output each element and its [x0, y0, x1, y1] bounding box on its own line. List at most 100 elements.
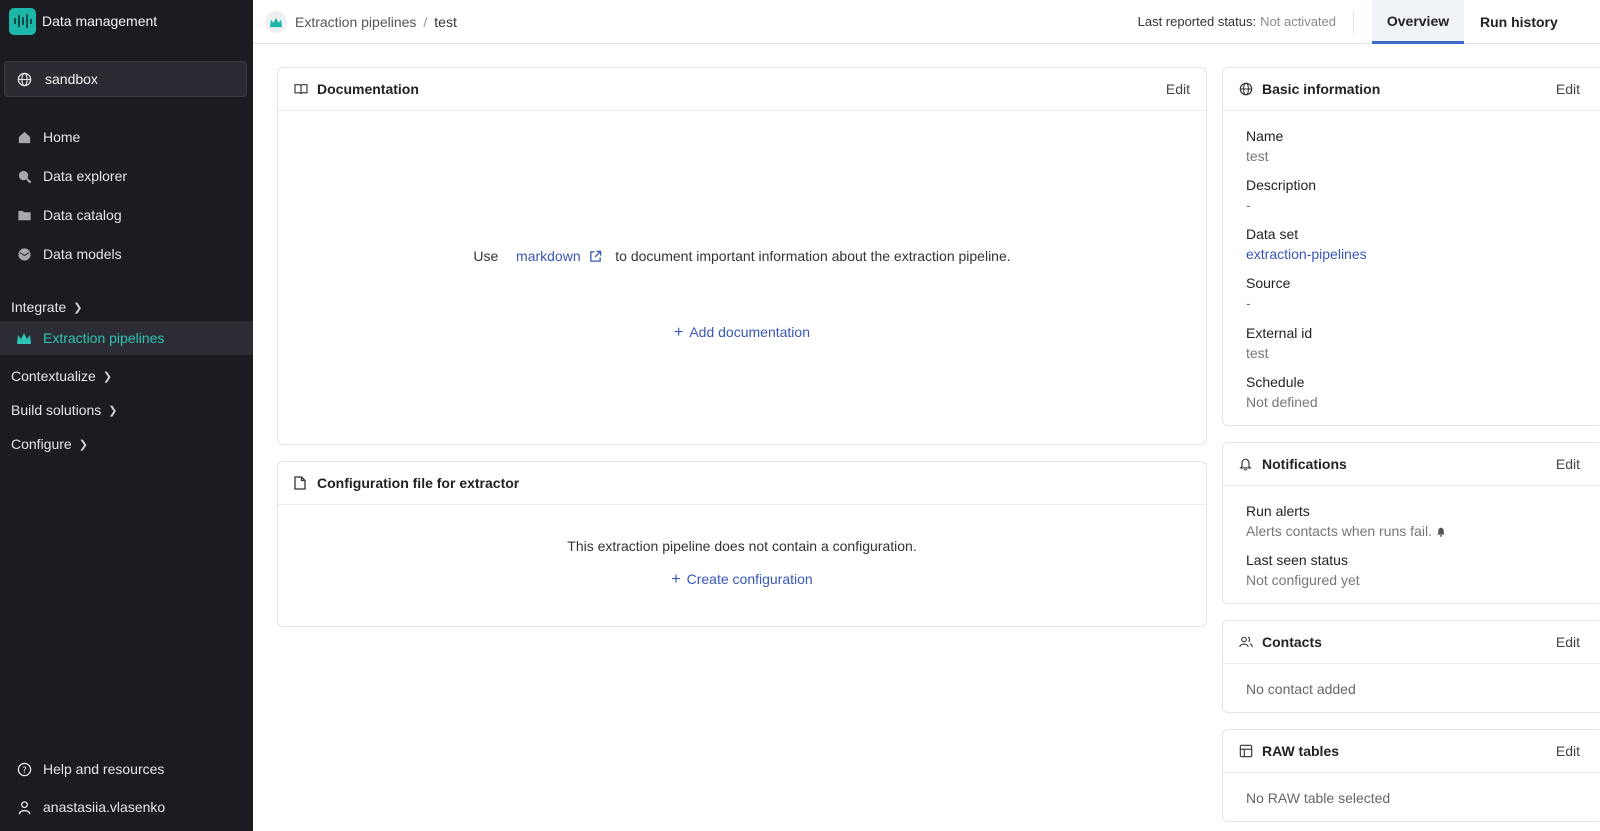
nav-user-label: anastasiia.vlasenko [43, 799, 166, 815]
doc-hint-after: to document important information about … [615, 248, 1011, 264]
create-configuration-label: Create configuration [686, 571, 813, 587]
last-reported-status: Last reported status: Not activated [1138, 14, 1336, 29]
contacts-edit-button[interactable]: Edit [1556, 634, 1580, 650]
project-name: sandbox [45, 71, 98, 87]
nav-home-label: Home [43, 129, 81, 145]
table-icon [1239, 744, 1253, 758]
contacts-card: Contacts Edit No contact added [1222, 620, 1600, 713]
notifications-edit-button[interactable]: Edit [1556, 456, 1580, 472]
basic-information-title: Basic information [1262, 81, 1381, 97]
data-set-link[interactable]: extraction-pipelines [1246, 246, 1367, 262]
field-external-id: External id test [1246, 325, 1312, 361]
markdown-link[interactable]: markdown [516, 248, 581, 264]
chevron-right-icon: ❯ [108, 404, 118, 417]
nav-home[interactable]: Home [0, 120, 253, 154]
documentation-edit-button[interactable]: Edit [1166, 81, 1190, 97]
search-icon [16, 168, 32, 184]
documentation-hint: Use markdown to document important infor… [278, 248, 1206, 266]
plus-icon: + [674, 324, 684, 341]
create-configuration-button[interactable]: + Create configuration [278, 571, 1206, 589]
users-icon [1239, 635, 1253, 649]
add-documentation-button[interactable]: + Add documentation [278, 324, 1206, 342]
nav-data-models-label: Data models [43, 246, 122, 262]
field-name-label: Name [1246, 128, 1284, 144]
app-title: Data management [42, 13, 158, 29]
chevron-right-icon: ❯ [73, 301, 83, 314]
home-icon [16, 129, 32, 145]
field-external-id-label: External id [1246, 325, 1313, 341]
folder-icon [16, 207, 32, 223]
nav-group-configure[interactable]: Configure ❯ [11, 436, 88, 452]
project-selector[interactable]: sandbox [4, 61, 247, 97]
nav-data-catalog[interactable]: Data catalog [0, 198, 253, 232]
nav-data-explorer[interactable]: Data explorer [0, 159, 253, 193]
pipeline-icon [16, 330, 32, 346]
field-name-value: test [1246, 148, 1269, 164]
field-schedule-label: Schedule [1246, 374, 1305, 390]
svg-text:?: ? [22, 764, 26, 774]
sidebar: Data management sandbox Home Data explor… [0, 0, 253, 831]
nav-group-integrate-label: Integrate [11, 299, 67, 315]
nav-data-catalog-label: Data catalog [43, 207, 122, 223]
nav-help[interactable]: ? Help and resources [0, 752, 253, 786]
help-icon: ? [16, 761, 32, 777]
field-data-set: Data set extraction-pipelines [1246, 226, 1367, 262]
nav-group-build-label: Build solutions [11, 402, 102, 418]
field-last-seen-status: Last seen status Not configured yet [1246, 552, 1360, 588]
field-description-value: - [1246, 197, 1251, 213]
divider [1353, 11, 1354, 33]
field-last-seen-value: Not configured yet [1246, 572, 1360, 588]
external-link-icon[interactable] [589, 250, 602, 266]
raw-tables-empty-text: No RAW table selected [1246, 790, 1391, 806]
bell-icon [1436, 524, 1446, 540]
chevron-right-icon: ❯ [102, 370, 113, 383]
nav-help-label: Help and resources [43, 761, 165, 777]
field-source-label: Source [1246, 275, 1291, 291]
field-name: Name test [1246, 128, 1283, 164]
field-description-label: Description [1246, 177, 1317, 193]
contacts-empty-text: No contact added [1246, 681, 1356, 697]
basic-information-edit-button[interactable]: Edit [1556, 81, 1580, 97]
tab-run-history[interactable]: Run history [1464, 0, 1574, 44]
field-external-id-value: test [1246, 345, 1269, 361]
field-source: Source - [1246, 275, 1290, 311]
field-run-alerts-label: Run alerts [1246, 503, 1310, 519]
field-description: Description - [1246, 177, 1316, 213]
field-schedule: Schedule Not defined [1246, 374, 1318, 410]
book-icon [294, 82, 308, 96]
status-value: Not activated [1260, 14, 1336, 29]
tab-overview[interactable]: Overview [1372, 0, 1464, 44]
contacts-header: Contacts Edit [1223, 621, 1600, 664]
documentation-card: Documentation Edit Use markdown to docum… [277, 67, 1207, 445]
breadcrumb: Extraction pipelines / test [295, 14, 457, 30]
app-header[interactable]: Data management [0, 0, 253, 42]
raw-tables-edit-button[interactable]: Edit [1556, 743, 1580, 759]
breadcrumb-parent[interactable]: Extraction pipelines [295, 14, 416, 30]
file-icon [294, 476, 308, 490]
documentation-card-header: Documentation Edit [278, 68, 1206, 111]
top-bar: Extraction pipelines / test Last reported … [253, 0, 1600, 44]
raw-tables-title: RAW tables [1262, 743, 1340, 759]
nav-group-integrate[interactable]: Integrate ❯ [11, 299, 82, 315]
pipeline-icon [265, 10, 287, 33]
field-data-set-label: Data set [1246, 226, 1299, 242]
field-schedule-value: Not defined [1246, 394, 1318, 410]
add-documentation-label: Add documentation [689, 324, 810, 340]
breadcrumb-separator: / [423, 13, 428, 30]
configuration-title: Configuration file for extractor [317, 475, 520, 491]
nav-group-build-solutions[interactable]: Build solutions ❯ [11, 402, 118, 418]
raw-tables-header: RAW tables Edit [1223, 730, 1600, 773]
notifications-header: Notifications Edit [1223, 443, 1600, 486]
globe-icon [1239, 82, 1253, 96]
nav-group-configure-label: Configure [11, 436, 72, 452]
nav-group-contextualize[interactable]: Contextualize ❯ [11, 368, 112, 384]
nav-extraction-pipelines[interactable]: Extraction pipelines [0, 321, 253, 355]
nav-user[interactable]: anastasiia.vlasenko [0, 790, 253, 824]
status-label: Last reported status: [1137, 14, 1257, 29]
plus-icon: + [671, 571, 681, 588]
nav-extraction-pipelines-label: Extraction pipelines [43, 330, 165, 346]
documentation-title: Documentation [317, 81, 419, 97]
nav-group-contextualize-label: Contextualize [11, 368, 96, 384]
nav-data-models[interactable]: Data models [0, 237, 253, 271]
chevron-right-icon: ❯ [78, 438, 88, 451]
